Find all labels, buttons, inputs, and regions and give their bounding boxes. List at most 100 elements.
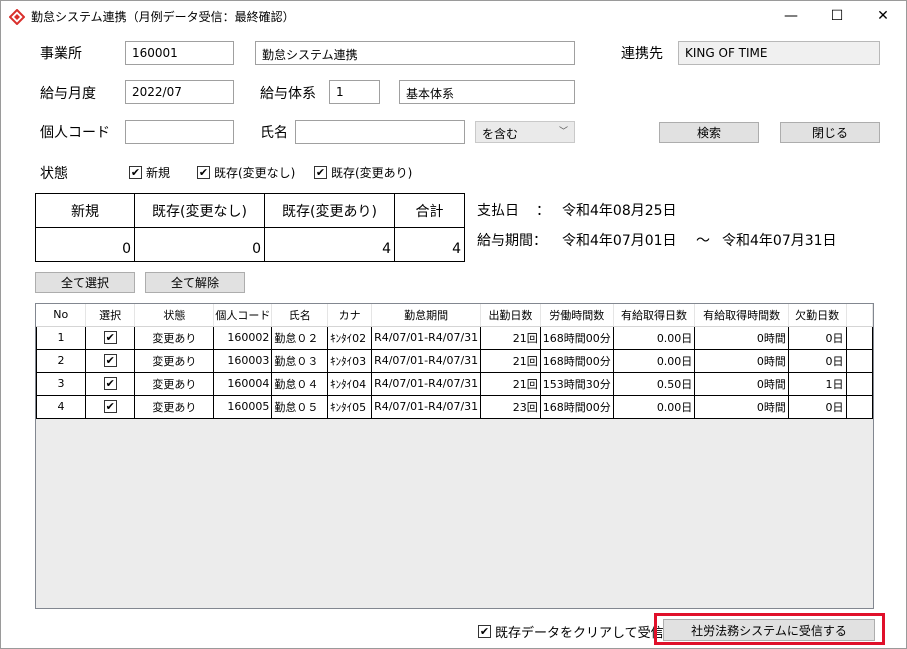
status-unchanged-checkbox[interactable]: ✔ 既存(変更なし)	[197, 164, 295, 181]
row-paid-hours: 0時間	[694, 325, 789, 350]
office-code-field[interactable]: 160001	[125, 41, 234, 65]
window-title: 勤怠システム連携（月例データ受信：最終確認）	[31, 10, 295, 24]
partner-label: 連携先	[621, 46, 663, 62]
summary-header-unchanged: 既存(変更なし)	[134, 193, 265, 228]
column-header[interactable]: 出勤日数	[480, 304, 541, 327]
row-name: 勤怠０４	[271, 371, 329, 396]
row-select-cell[interactable]: ✔	[85, 348, 136, 373]
name-label: 氏名	[260, 125, 288, 141]
pay-system-name-field[interactable]: 基本体系	[399, 80, 575, 104]
checkmark-icon[interactable]: ✔	[103, 331, 117, 344]
row-code: 160005	[213, 394, 273, 419]
column-header[interactable]: No	[36, 304, 87, 327]
table-header-row: No 選択 状態 個人コード 氏名 カナ 勤怠期間 出勤日数 労働時間数 有給取…	[36, 304, 873, 327]
status-new-label: 新規	[146, 166, 171, 180]
row-no: 3	[36, 371, 87, 396]
table-row[interactable]: 3 ✔ 変更あり 160004 勤怠０４ ｷﾝﾀｲ04 R4/07/01-R4/…	[36, 371, 873, 396]
partner-field: KING OF TIME	[678, 41, 880, 65]
row-period: R4/07/01-R4/07/31	[371, 348, 482, 373]
column-header-filler	[846, 304, 873, 327]
status-changed-checkbox[interactable]: ✔ 既存(変更あり)	[314, 164, 412, 181]
checkmark-icon: ✔	[478, 625, 491, 638]
name-field[interactable]	[295, 120, 465, 144]
match-condition-select[interactable]: を含む ﹀	[475, 121, 575, 143]
row-work-hours: 168時間00分	[539, 348, 614, 373]
column-header[interactable]: カナ	[327, 304, 373, 327]
row-no: 1	[36, 325, 87, 350]
pay-system-code-field[interactable]: 1	[329, 80, 380, 104]
row-status: 変更あり	[134, 325, 215, 350]
pay-date-colon: ：	[536, 203, 550, 219]
row-filler	[845, 371, 873, 396]
row-period: R4/07/01-R4/07/31	[371, 371, 482, 396]
pay-system-label: 給与体系	[260, 86, 316, 102]
pay-month-label: 給与月度	[40, 86, 96, 102]
row-paid-days: 0.00日	[612, 325, 696, 350]
row-work-days: 21回	[480, 348, 541, 373]
column-header[interactable]: 労働時間数	[540, 304, 614, 327]
checkmark-icon[interactable]: ✔	[103, 354, 117, 367]
row-no: 2	[36, 348, 87, 373]
summary-header-total: 合計	[394, 193, 465, 228]
summary-value-changed: 4	[264, 227, 395, 262]
table-row[interactable]: 2 ✔ 変更あり 160003 勤怠０３ ｷﾝﾀｲ03 R4/07/01-R4/…	[36, 348, 873, 373]
column-header[interactable]: 勤怠期間	[371, 304, 482, 327]
office-name-field[interactable]: 勤怠システム連携	[255, 41, 575, 65]
row-code: 160004	[213, 371, 273, 396]
pay-month-field[interactable]: 2022/07	[125, 80, 234, 104]
row-name: 勤怠０３	[271, 348, 329, 373]
close-button[interactable]: 閉じる	[780, 122, 880, 143]
app-logo-icon	[9, 9, 25, 25]
receive-button-highlight	[654, 613, 885, 645]
search-button[interactable]: 検索	[659, 122, 759, 143]
row-select-cell[interactable]: ✔	[85, 371, 136, 396]
row-kana: ｷﾝﾀｲ03	[327, 348, 373, 373]
pay-date-value: 令和4年08月25日	[562, 203, 677, 219]
column-header[interactable]: 氏名	[271, 304, 329, 327]
row-absent-days: 0日	[787, 325, 847, 350]
row-code: 160003	[213, 348, 273, 373]
checkmark-icon: ✔	[314, 166, 327, 179]
status-changed-label: 既存(変更あり)	[331, 166, 413, 180]
row-absent-days: 0日	[787, 348, 847, 373]
summary-value-unchanged: 0	[134, 227, 265, 262]
row-name: 勤怠０２	[271, 325, 329, 350]
row-status: 変更あり	[134, 371, 215, 396]
row-filler	[845, 394, 873, 419]
personal-code-field[interactable]	[125, 120, 234, 144]
checkmark-icon[interactable]: ✔	[103, 400, 117, 413]
row-work-hours: 168時間00分	[539, 394, 614, 419]
row-kana: ｷﾝﾀｲ04	[327, 371, 373, 396]
employee-grid[interactable]: No 選択 状態 個人コード 氏名 カナ 勤怠期間 出勤日数 労働時間数 有給取…	[35, 303, 874, 609]
column-header[interactable]: 有給取得日数	[613, 304, 696, 327]
row-select-cell[interactable]: ✔	[85, 394, 136, 419]
summary-header-new: 新規	[35, 193, 135, 228]
minimize-button[interactable]: —	[768, 1, 814, 31]
column-header[interactable]: 欠勤日数	[788, 304, 847, 327]
personal-code-label: 個人コード	[40, 125, 110, 141]
title-bar: 勤怠システム連携（月例データ受信：最終確認） — ☐ ✕	[1, 1, 906, 31]
row-paid-hours: 0時間	[694, 394, 789, 419]
pay-date-label: 支払日	[477, 203, 519, 219]
row-absent-days: 1日	[787, 371, 847, 396]
select-all-button[interactable]: 全て選択	[35, 272, 135, 293]
summary-table: 新規 既存(変更なし) 既存(変更あり) 合計 0 0 4 4	[35, 193, 465, 262]
pay-period-start: 令和4年07月01日	[562, 233, 677, 249]
row-filler	[845, 325, 873, 350]
table-row[interactable]: 4 ✔ 変更あり 160005 勤怠０５ ｷﾝﾀｲ05 R4/07/01-R4/…	[36, 394, 873, 419]
close-window-button[interactable]: ✕	[860, 1, 906, 31]
pay-period-label: 給与期間：	[477, 233, 547, 249]
column-header[interactable]: 選択	[85, 304, 136, 327]
row-select-cell[interactable]: ✔	[85, 325, 136, 350]
row-work-days: 21回	[480, 371, 541, 396]
table-row[interactable]: 1 ✔ 変更あり 160002 勤怠０２ ｷﾝﾀｲ02 R4/07/01-R4/…	[36, 325, 873, 350]
column-header[interactable]: 個人コード	[213, 304, 273, 327]
status-new-checkbox[interactable]: ✔ 新規	[129, 164, 170, 181]
checkmark-icon[interactable]: ✔	[103, 377, 117, 390]
maximize-button[interactable]: ☐	[814, 1, 860, 31]
column-header[interactable]: 有給取得時間数	[694, 304, 789, 327]
summary-value-total: 4	[394, 227, 465, 262]
deselect-all-button[interactable]: 全て解除	[145, 272, 245, 293]
column-header[interactable]: 状態	[134, 304, 215, 327]
row-period: R4/07/01-R4/07/31	[371, 394, 482, 419]
